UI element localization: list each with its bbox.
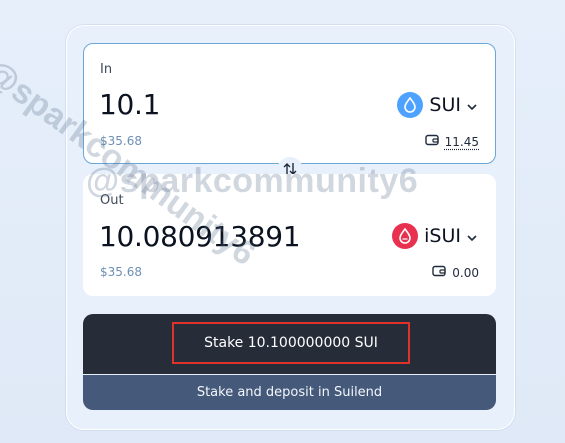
wallet-icon <box>424 134 439 149</box>
output-panel: Out 10.080913891 iSUI $35.68 0.00 <box>83 174 496 296</box>
input-balance[interactable]: 11.45 <box>424 134 479 149</box>
wallet-icon <box>432 265 446 280</box>
output-token-name: iSUI <box>424 225 461 247</box>
input-token-name: SUI <box>429 94 461 116</box>
chevron-down-icon <box>467 96 477 115</box>
input-usd-value: $35.68 <box>100 134 142 148</box>
output-balance: 0.00 <box>432 265 479 280</box>
input-label: In <box>100 62 113 77</box>
stake-highlight-box: Stake 10.100000000 SUI <box>172 322 410 364</box>
isui-token-icon <box>392 223 419 249</box>
output-label: Out <box>100 193 124 208</box>
stake-and-deposit-button[interactable]: Stake and deposit in Suilend <box>83 375 496 410</box>
stake-and-deposit-label: Stake and deposit in Suilend <box>196 385 383 400</box>
input-token-selector[interactable]: SUI <box>397 92 477 118</box>
input-balance-value[interactable]: 11.45 <box>445 135 479 149</box>
sui-token-icon <box>397 92 424 118</box>
output-amount: 10.080913891 <box>99 220 301 253</box>
stake-button[interactable]: Stake 10.100000000 SUI <box>83 314 496 374</box>
output-usd-value: $35.68 <box>100 265 142 279</box>
output-balance-value: 0.00 <box>452 265 479 280</box>
output-token-selector[interactable]: iSUI <box>392 223 477 249</box>
input-panel[interactable]: In 10.1 SUI $35.68 11.45 <box>83 43 496 164</box>
chevron-down-icon <box>467 227 477 246</box>
stake-button-label: Stake 10.100000000 SUI <box>204 335 378 351</box>
input-amount-field[interactable]: 10.1 <box>99 88 160 121</box>
